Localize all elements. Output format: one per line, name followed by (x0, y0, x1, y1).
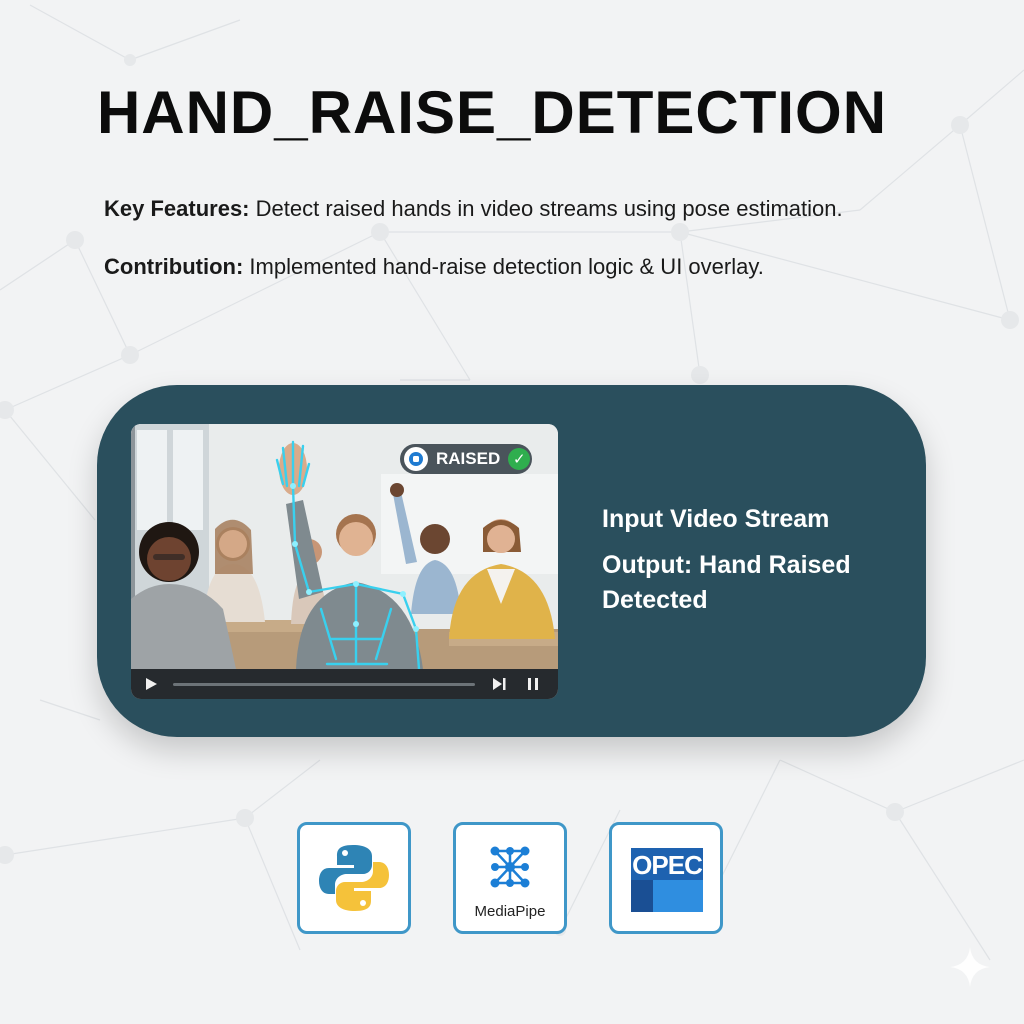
demo-panel: RAISED ✓ Input Video Stream Output: Hand… (97, 385, 926, 737)
video-controls (131, 669, 558, 699)
python-logo-card (297, 822, 411, 934)
input-stream-label: Input Video Stream (602, 505, 830, 533)
raised-status-label: RAISED (436, 449, 501, 468)
opencv-label: OPEC (632, 850, 703, 880)
contribution-line: Contribution: Implemented hand-raise det… (104, 254, 764, 280)
contribution-label: Contribution: (104, 254, 244, 279)
seek-bar[interactable] (173, 683, 475, 686)
opencv-logo-card: OPEC (609, 822, 723, 934)
key-features-line: Key Features: Detect raised hands in vid… (104, 196, 843, 222)
mediapipe-icon (490, 846, 530, 888)
skip-next-icon[interactable] (491, 677, 507, 691)
page-title: HAND_RAISE_DETECTION (96, 79, 888, 146)
key-features-label: Key Features: (104, 196, 250, 221)
python-icon (319, 845, 389, 911)
mediapipe-logo-card: MediaPipe (453, 822, 567, 934)
checkmark-icon: ✓ (508, 448, 531, 470)
play-icon[interactable] (143, 676, 159, 692)
video-player[interactable]: RAISED ✓ (131, 424, 558, 699)
opencv-icon: OPEC (631, 848, 703, 912)
sparkle-icon (950, 947, 990, 987)
output-label-line2: Detected (602, 586, 708, 614)
pause-icon[interactable] (527, 677, 539, 691)
mediapipe-label: MediaPipe (474, 903, 546, 920)
key-features-text: Detect raised hands in video streams usi… (249, 196, 843, 221)
output-label-line1: Output: Hand Raised (602, 551, 851, 579)
raised-status-badge: RAISED ✓ (400, 444, 532, 474)
contribution-text: Implemented hand-raise detection logic &… (243, 254, 764, 279)
hand-icon (404, 447, 428, 471)
